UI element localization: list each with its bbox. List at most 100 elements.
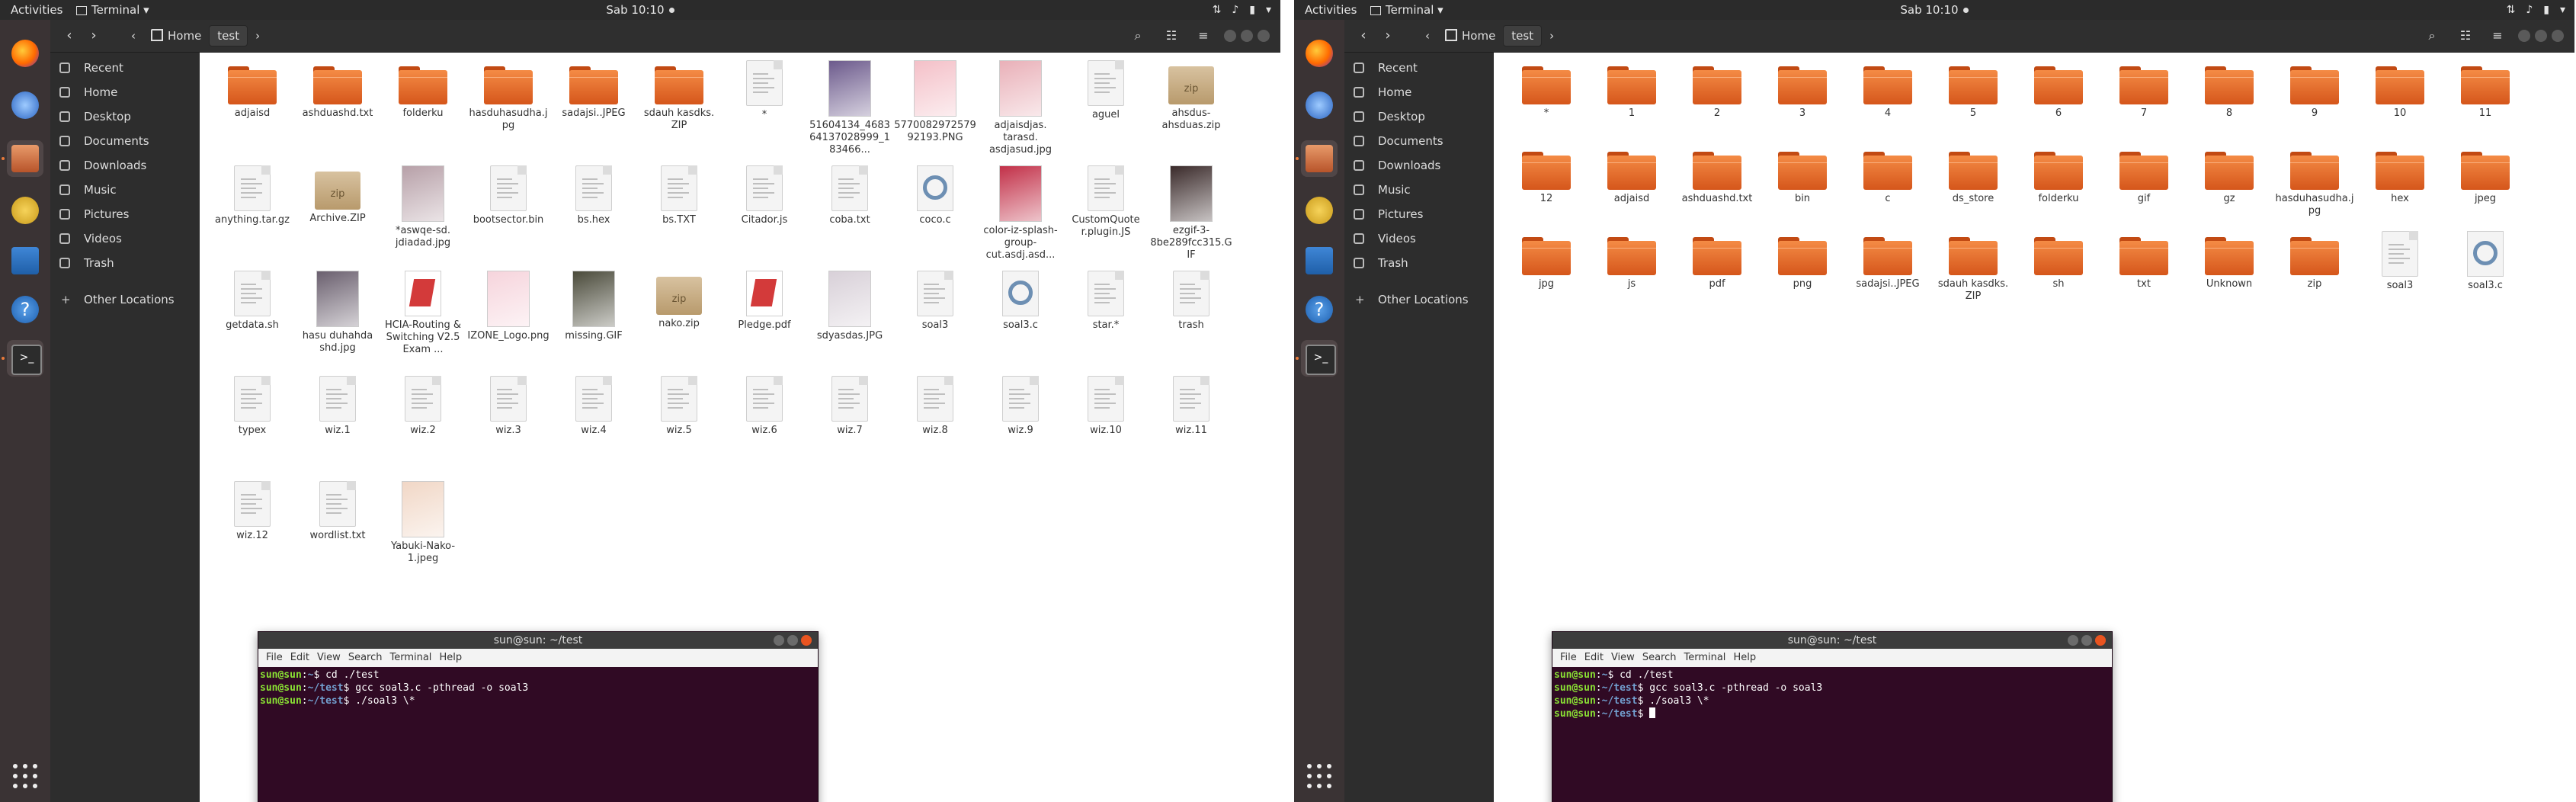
file-item[interactable]: wiz.7 xyxy=(808,376,892,437)
files-icon[interactable] xyxy=(7,140,43,177)
file-item[interactable]: ashduashd.txt xyxy=(296,60,380,120)
terminal-menu-view[interactable]: View xyxy=(317,652,341,663)
file-item[interactable]: c xyxy=(1846,146,1930,205)
sidebar-item-music[interactable]: Music xyxy=(1344,178,1494,202)
file-item[interactable]: 577008297257992193.PNG xyxy=(893,60,977,144)
minimize-button[interactable] xyxy=(1224,30,1236,42)
thunderbird-icon[interactable] xyxy=(7,87,43,124)
file-item[interactable]: adjaisdjas. tarasd. asdjasud.jpg xyxy=(979,60,1062,156)
file-item[interactable]: wiz.6 xyxy=(722,376,806,437)
terminal-menu-terminal[interactable]: Terminal xyxy=(1684,652,1725,663)
file-item[interactable]: zip Archive.ZIP xyxy=(296,165,380,225)
file-item[interactable]: ds_store xyxy=(1931,146,2015,205)
volume-icon[interactable]: ♪ xyxy=(1232,4,1238,16)
file-item[interactable]: wiz.4 xyxy=(552,376,636,437)
breadcrumb-home[interactable]: Home xyxy=(143,26,209,46)
file-item[interactable]: HCIA-Routing & Switching V2.5 Exam ... xyxy=(381,271,465,356)
file-item[interactable]: gif xyxy=(2102,146,2186,205)
file-item[interactable]: typex xyxy=(210,376,294,437)
file-item[interactable]: 1 xyxy=(1590,60,1674,120)
file-item[interactable]: anything.tar.gz xyxy=(210,165,294,226)
file-item[interactable]: hasduhasudha.jpg xyxy=(466,60,550,132)
file-item[interactable]: Citador.js xyxy=(722,165,806,226)
view-options-icon[interactable]: ☷ xyxy=(1161,26,1181,46)
sidebar-item-documents[interactable]: Documents xyxy=(1344,129,1494,153)
back-button[interactable]: ‹ xyxy=(1354,26,1373,46)
battery-icon[interactable]: ▮ xyxy=(1249,4,1255,16)
file-item[interactable]: ezgif-3-8be289fcc315.GIF xyxy=(1149,165,1233,261)
terminal-close-button[interactable] xyxy=(801,635,812,646)
file-item[interactable]: 8 xyxy=(2187,60,2271,120)
file-item[interactable]: bootsector.bin xyxy=(466,165,550,226)
file-item[interactable]: 3 xyxy=(1761,60,1844,120)
firefox-icon[interactable] xyxy=(1301,35,1338,72)
clock[interactable]: Sab 10:10 xyxy=(1294,3,2574,17)
terminal-minimize-button[interactable] xyxy=(2068,635,2078,646)
sidebar-item-pictures[interactable]: Pictures xyxy=(1344,202,1494,226)
view-options-icon[interactable]: ☷ xyxy=(2456,26,2475,46)
file-item[interactable]: bs.TXT xyxy=(637,165,721,226)
file-item[interactable]: wiz.2 xyxy=(381,376,465,437)
file-item[interactable]: hasu duhahda shd.jpg xyxy=(296,271,380,354)
file-item[interactable]: missing.GIF xyxy=(552,271,636,342)
forward-button[interactable]: › xyxy=(1378,26,1398,46)
terminal-menu-edit[interactable]: Edit xyxy=(1584,652,1604,663)
file-item[interactable]: wiz.10 xyxy=(1064,376,1148,437)
sidebar-item-downloads[interactable]: Downloads xyxy=(50,153,200,178)
help-icon[interactable]: ? xyxy=(7,291,43,328)
sidebar-item-desktop[interactable]: Desktop xyxy=(1344,104,1494,129)
file-item[interactable]: Pledge.pdf xyxy=(722,271,806,332)
file-item[interactable]: jpeg xyxy=(2443,146,2527,205)
sidebar-item-videos[interactable]: Videos xyxy=(50,226,200,251)
file-item[interactable]: sh xyxy=(2017,231,2100,290)
sidebar-item-trash[interactable]: Trash xyxy=(50,251,200,275)
file-item[interactable]: soal3 xyxy=(893,271,977,332)
file-item[interactable]: bin xyxy=(1761,146,1844,205)
file-item[interactable]: wiz.1 xyxy=(296,376,380,437)
network-icon[interactable]: ⇅ xyxy=(2507,4,2516,16)
file-item[interactable]: star.* xyxy=(1064,271,1148,332)
file-item[interactable]: 10 xyxy=(2358,60,2442,120)
show-applications-icon[interactable] xyxy=(13,764,39,790)
terminal-menu-search[interactable]: Search xyxy=(1642,652,1677,663)
file-item[interactable]: 12 xyxy=(1504,146,1588,205)
file-item[interactable]: png xyxy=(1761,231,1844,290)
file-item[interactable]: soal3 xyxy=(2358,231,2442,292)
search-icon[interactable]: ⌕ xyxy=(2422,26,2442,46)
file-item[interactable]: wordlist.txt xyxy=(296,481,380,542)
terminal-menu-search[interactable]: Search xyxy=(348,652,383,663)
terminal-menu-help[interactable]: Help xyxy=(439,652,462,663)
close-button[interactable] xyxy=(2552,30,2564,42)
sidebar-item-recent[interactable]: Recent xyxy=(1344,56,1494,80)
terminal-output[interactable]: sun@sun:~$ cd ./test sun@sun:~/test$ gcc … xyxy=(260,669,815,802)
file-item[interactable]: wiz.9 xyxy=(979,376,1062,437)
sidebar-item-pictures[interactable]: Pictures xyxy=(50,202,200,226)
firefox-icon[interactable] xyxy=(7,35,43,72)
show-applications-icon[interactable] xyxy=(1307,764,1333,790)
help-icon[interactable]: ? xyxy=(1301,291,1338,328)
breadcrumb-left-arrow-icon[interactable]: ‹ xyxy=(1418,26,1437,46)
back-button[interactable]: ‹ xyxy=(59,26,79,46)
breadcrumb-right-arrow-icon[interactable]: › xyxy=(248,26,268,46)
file-item[interactable]: sadajsi..JPEG xyxy=(552,60,636,120)
files-icon[interactable] xyxy=(1301,140,1338,177)
terminal-menu-view[interactable]: View xyxy=(1611,652,1635,663)
terminal-menu-file[interactable]: File xyxy=(266,652,283,663)
sidebar-item-other-locations[interactable]: + Other Locations xyxy=(50,287,200,312)
file-item[interactable]: sdauh kasdks. ZIP xyxy=(1931,231,2015,303)
terminal-output[interactable]: sun@sun:~$ cd ./test sun@sun:~/test$ gcc … xyxy=(1554,669,2109,802)
file-item[interactable]: Yabuki-Nako-1.jpeg xyxy=(381,481,465,565)
maximize-button[interactable] xyxy=(1241,30,1253,42)
file-item[interactable]: ashduashd.txt xyxy=(1675,146,1759,205)
file-item[interactable]: wiz.12 xyxy=(210,481,294,542)
sidebar-item-other-locations[interactable]: + Other Locations xyxy=(1344,287,1494,312)
sidebar-item-videos[interactable]: Videos xyxy=(1344,226,1494,251)
file-item[interactable]: hex xyxy=(2358,146,2442,205)
file-item[interactable]: gz xyxy=(2187,146,2271,205)
file-item[interactable]: 7 xyxy=(2102,60,2186,120)
power-menu-icon[interactable]: ▾ xyxy=(2560,4,2565,16)
terminal-menu-file[interactable]: File xyxy=(1560,652,1577,663)
file-item[interactable]: 11 xyxy=(2443,60,2527,120)
file-item[interactable]: *aswqe-sd. jdiadad.jpg xyxy=(381,165,465,249)
breadcrumb-current[interactable]: test xyxy=(1503,25,1543,47)
